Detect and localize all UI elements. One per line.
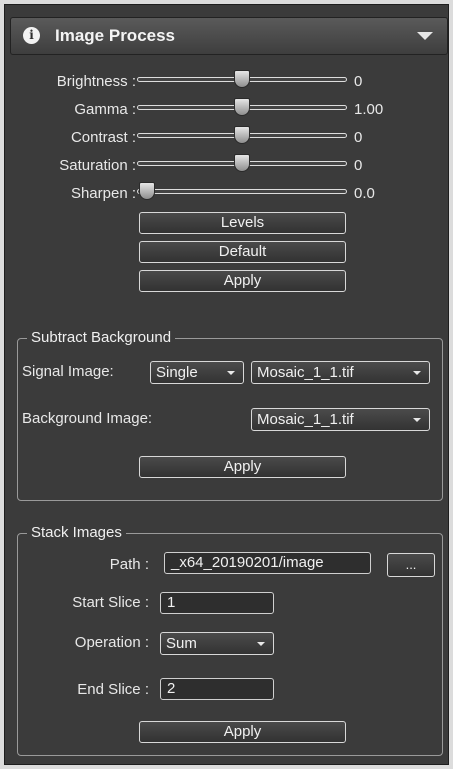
chevron-down-icon xyxy=(257,642,265,646)
gamma-value: 1.00 xyxy=(354,101,384,118)
contrast-value: 0 xyxy=(354,129,363,146)
brightness-value: 0 xyxy=(354,73,363,90)
saturation-value: 0 xyxy=(354,157,363,174)
default-button[interactable]: Default xyxy=(139,241,346,263)
panel-title: Image Process xyxy=(55,26,176,45)
operation-value: Sum xyxy=(166,635,197,652)
chevron-down-icon xyxy=(413,371,421,375)
end-slice-input[interactable]: 2 xyxy=(160,678,274,700)
image-process-panel: i Image Process Brightness : 0 Gamma : 1… xyxy=(4,4,449,765)
panel-header[interactable]: i Image Process xyxy=(10,17,448,55)
sharpen-slider-thumb[interactable] xyxy=(139,182,155,200)
background-file-select[interactable]: Mosaic_1_1.tif xyxy=(251,408,430,431)
contrast-slider-thumb[interactable] xyxy=(234,126,250,144)
signal-file-select[interactable]: Mosaic_1_1.tif xyxy=(251,361,430,384)
browse-button[interactable]: ... xyxy=(387,553,435,577)
signal-image-label: Signal Image: xyxy=(22,363,114,380)
sharpen-label: Sharpen : xyxy=(70,185,136,202)
chevron-down-icon xyxy=(227,371,235,375)
start-slice-label: Start Slice : xyxy=(72,594,149,611)
sharpen-value: 0.0 xyxy=(354,185,375,202)
signal-mode-select[interactable]: Single xyxy=(150,361,244,384)
info-icon: i xyxy=(23,27,40,44)
signal-mode-value: Single xyxy=(156,364,198,381)
sharpen-slider[interactable] xyxy=(137,189,347,194)
background-file-value: Mosaic_1_1.tif xyxy=(257,411,354,428)
subtract-background-title: Subtract Background xyxy=(27,329,176,346)
brightness-label: Brightness : xyxy=(56,73,136,90)
end-slice-label: End Slice : xyxy=(77,681,149,698)
operation-label: Operation : xyxy=(74,634,149,651)
contrast-label: Contrast : xyxy=(70,129,136,146)
stack-images-title: Stack Images xyxy=(27,524,126,541)
path-label: Path : xyxy=(109,556,149,573)
apply-button[interactable]: Apply xyxy=(139,270,346,292)
saturation-label: Saturation : xyxy=(59,157,136,174)
chevron-down-icon xyxy=(413,418,421,422)
chevron-down-icon[interactable] xyxy=(417,32,433,40)
stack-images-apply-button[interactable]: Apply xyxy=(139,721,346,743)
subtract-background-apply-button[interactable]: Apply xyxy=(139,456,346,478)
saturation-slider-thumb[interactable] xyxy=(234,154,250,172)
gamma-label: Gamma : xyxy=(74,101,136,118)
brightness-slider-thumb[interactable] xyxy=(234,70,250,88)
gamma-slider-thumb[interactable] xyxy=(234,98,250,116)
background-image-label: Background Image: xyxy=(22,410,153,427)
operation-select[interactable]: Sum xyxy=(160,632,274,655)
levels-button[interactable]: Levels xyxy=(139,212,346,234)
path-input[interactable]: _x64_20190201/image xyxy=(164,552,371,574)
signal-file-value: Mosaic_1_1.tif xyxy=(257,364,354,381)
start-slice-input[interactable]: 1 xyxy=(160,592,274,614)
